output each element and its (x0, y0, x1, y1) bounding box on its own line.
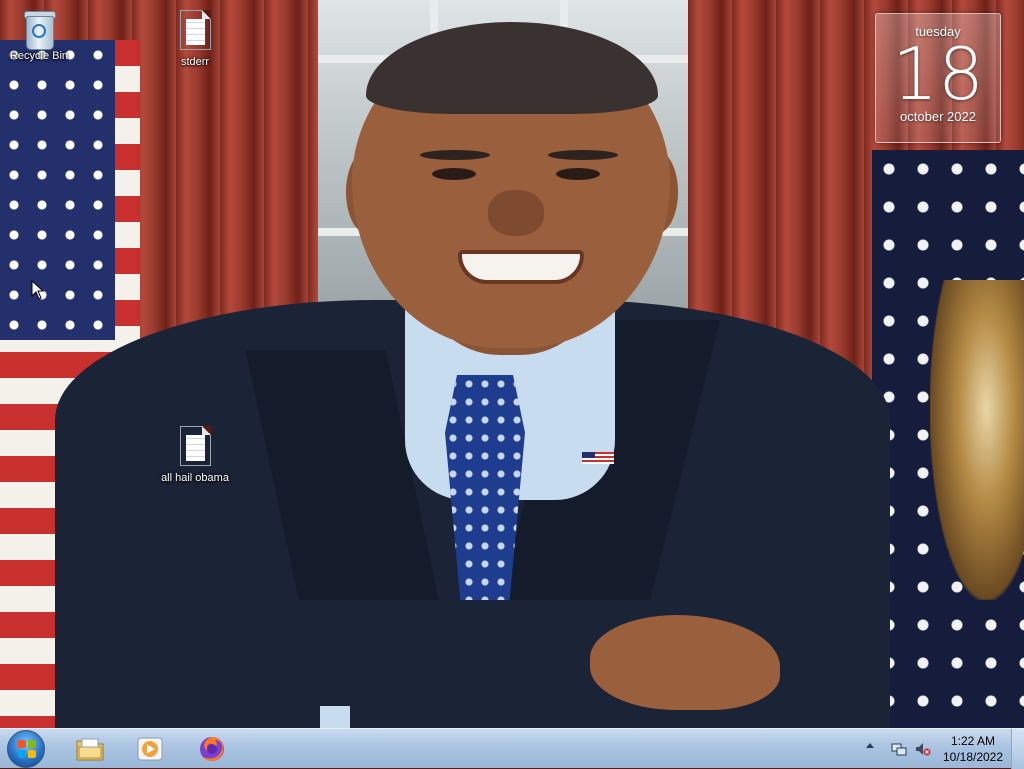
clock-date: 10/18/2022 (942, 750, 1004, 764)
show-hidden-icons-arrow[interactable] (866, 743, 874, 748)
eye-left (432, 168, 476, 180)
smile (458, 250, 584, 284)
desktop-wallpaper (0, 0, 1024, 728)
network-icon[interactable] (891, 741, 907, 757)
clock-time: 1:22 AM (950, 734, 996, 748)
flag-lapel-pin (582, 452, 614, 464)
start-button[interactable] (7, 730, 45, 768)
text-file-icon (179, 10, 211, 50)
show-desktop-button[interactable] (1011, 729, 1024, 769)
eyebrow-left (420, 150, 490, 160)
american-flag-canton (0, 40, 115, 340)
folder-icon (76, 738, 104, 761)
desktop-icon-all-hail-obama[interactable]: all hail obama (153, 426, 237, 484)
taskbar-windows-media-player[interactable] (122, 731, 176, 767)
calendar-gadget[interactable]: tuesday 18 october 2022 (875, 13, 1001, 143)
system-clock[interactable]: 1:22 AM 10/18/2022 (938, 733, 1008, 765)
firefox-icon (200, 737, 224, 761)
desktop-icon-label: all hail obama (161, 472, 229, 484)
taskbar: 1:22 AM 10/18/2022 (0, 728, 1024, 769)
desktop-icon-recycle-bin[interactable]: Recycle Bin (0, 8, 81, 62)
desktop-icon-label: stderr (180, 56, 210, 68)
eyebrow-right (548, 150, 618, 160)
media-player-icon (137, 737, 163, 761)
desktop-icon-stderr[interactable]: stderr (153, 10, 237, 68)
taskbar-windows-explorer[interactable] (62, 731, 116, 767)
gadget-date: 18 (892, 32, 984, 116)
mouse-pointer-icon (31, 280, 45, 300)
recycle-bin-icon (22, 8, 56, 50)
windows-logo-icon (18, 740, 36, 758)
eye-right (556, 168, 600, 180)
nose (488, 190, 544, 236)
volume-muted-icon[interactable] (915, 741, 931, 757)
presidential-seal-eagle (930, 280, 1024, 600)
shirt-cuff (320, 706, 350, 728)
desktop-icon-label: Recycle Bin (9, 50, 69, 62)
text-file-icon (179, 426, 211, 466)
taskbar-firefox[interactable] (184, 731, 238, 767)
